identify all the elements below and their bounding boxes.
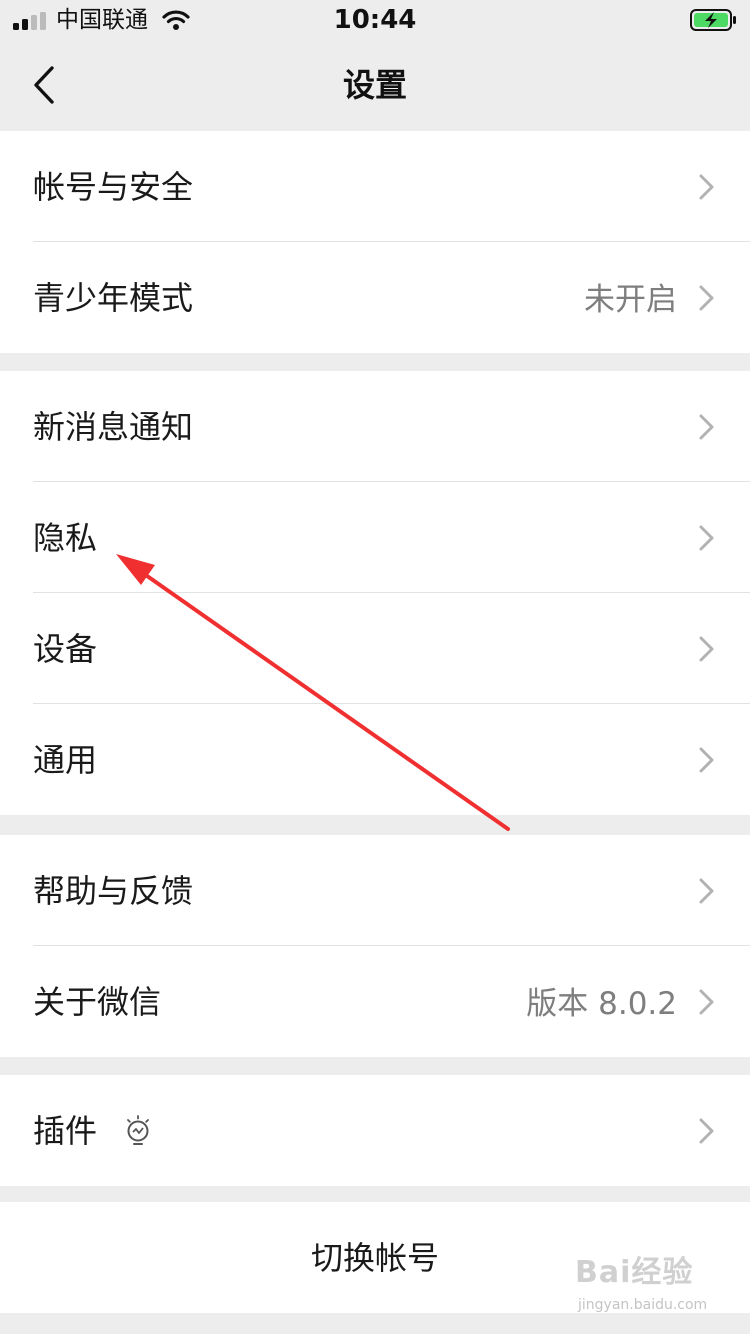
settings-item-devices[interactable]: 设备 [0,593,750,704]
settings-item-label: 隐私 [33,519,98,557]
settings-item-value: 版本 8.0.2 [526,986,677,1022]
chevron-right-icon [699,989,714,1015]
settings-group-general: 新消息通知 隐私 设备 通用 [0,371,750,815]
settings-item-value: 未开启 [584,282,677,318]
watermark-url: jingyan.baidu.com [578,1297,708,1313]
status-bar: 中国联通 10:44 [0,0,750,40]
settings-item-label: 帮助与反馈 [33,872,194,910]
settings-item-notifications[interactable]: 新消息通知 [0,371,750,482]
settings-group-account: 帐号与安全 青少年模式 未开启 [0,131,750,353]
settings-item-label: 关于微信 [33,983,162,1021]
chevron-right-icon [699,414,714,440]
settings-item-label: 帐号与安全 [33,168,194,206]
nav-bar: 设置 [0,40,750,130]
chevron-right-icon [699,636,714,662]
page-title: 设置 [342,66,407,104]
settings-item-label: 青少年模式 [33,279,194,317]
chevron-right-icon [699,747,714,773]
settings-group-help: 帮助与反馈 关于微信 版本 8.0.2 [0,835,750,1057]
chevron-right-icon [699,1118,714,1144]
chevron-right-icon [699,525,714,551]
chevron-right-icon [699,174,714,200]
settings-item-label: 通用 [33,741,98,779]
plugin-bulb-icon [127,1115,149,1145]
chevron-right-icon [699,878,714,904]
settings-item-youth-mode[interactable]: 青少年模式 未开启 [0,242,750,353]
settings-item-general[interactable]: 通用 [0,704,750,815]
settings-item-label: 设备 [33,630,98,668]
settings-item-label: 插件 [33,1112,98,1150]
settings-group-plugins: 插件 [0,1075,750,1186]
watermark-logo: Bai经验 [575,1255,694,1290]
settings-item-about-wechat[interactable]: 关于微信 版本 8.0.2 [0,946,750,1057]
settings-item-privacy[interactable]: 隐私 [0,482,750,593]
settings-item-plugins[interactable]: 插件 [0,1075,750,1186]
status-time: 10:44 [333,5,417,35]
chevron-right-icon [699,285,714,311]
settings-item-account-security[interactable]: 帐号与安全 [0,131,750,242]
settings-item-help-feedback[interactable]: 帮助与反馈 [0,835,750,946]
battery-charging-icon [690,9,736,31]
settings-item-label: 新消息通知 [33,408,194,446]
